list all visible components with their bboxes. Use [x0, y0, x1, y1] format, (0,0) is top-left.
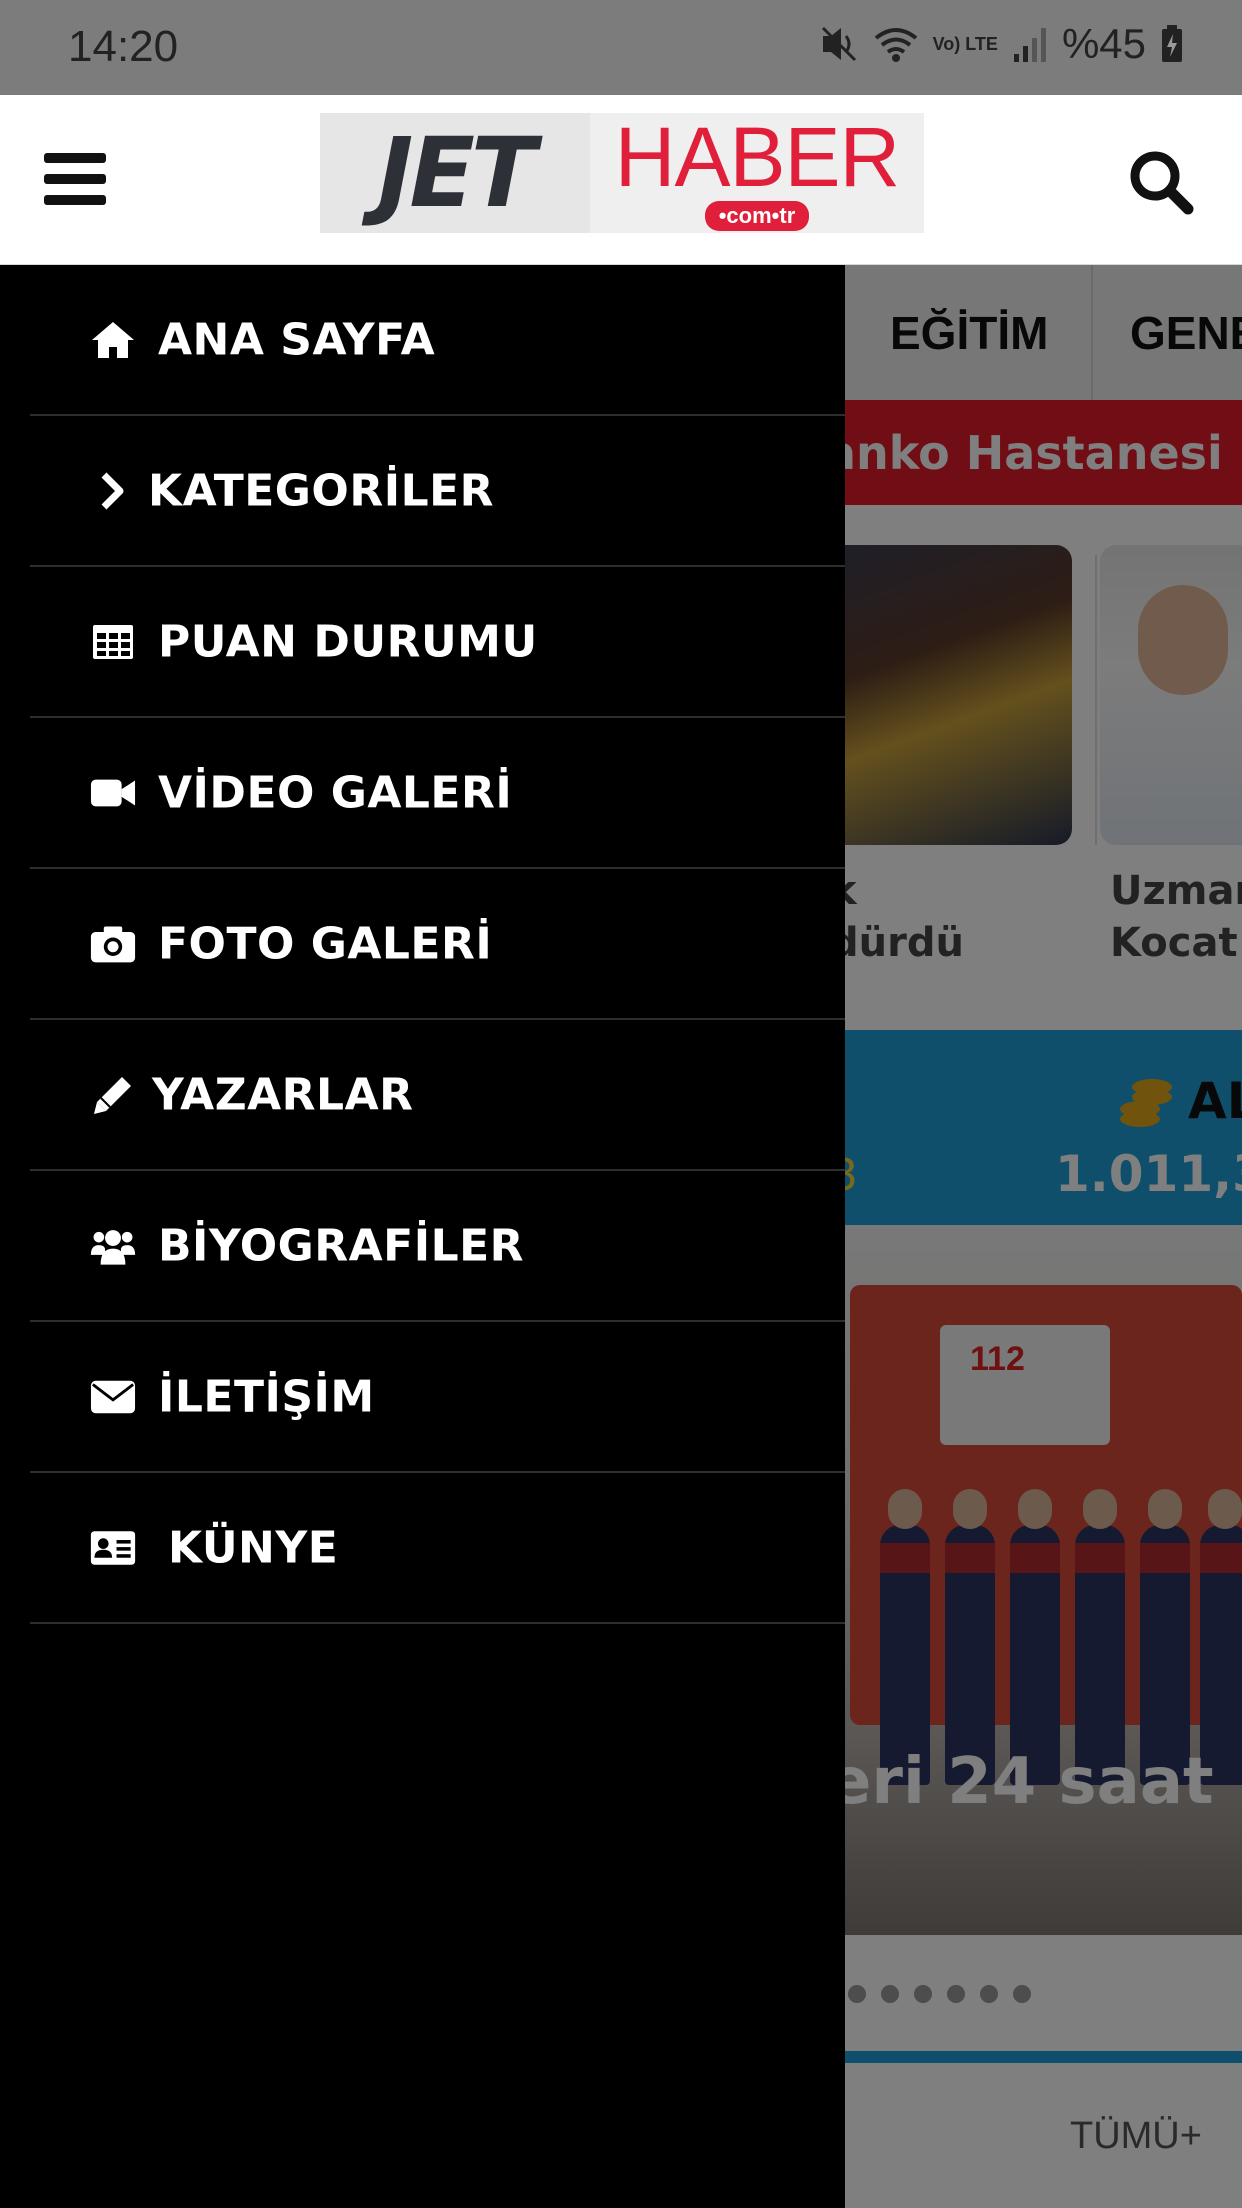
- menu-item-label: BİYOGRAFİLER: [158, 1220, 525, 1271]
- menu-item-label: FOTO GALERİ: [158, 918, 493, 969]
- menu-item-ana-sayfa[interactable]: ANA SAYFA: [30, 265, 845, 416]
- hamburger-icon[interactable]: [44, 153, 106, 205]
- menu-item-label: ANA SAYFA: [158, 314, 436, 365]
- camera-icon: [90, 921, 136, 967]
- menu-item-label: PUAN DURUMU: [158, 616, 538, 667]
- id-card-icon: [90, 1525, 136, 1571]
- chevron-right-icon: [90, 468, 136, 514]
- volte-icon: Vo) LTE: [932, 34, 998, 54]
- logo-domain: •com•tr: [704, 201, 810, 231]
- menu-item-label: VİDEO GALERİ: [158, 767, 513, 818]
- search-icon[interactable]: [1126, 147, 1196, 217]
- menu-item-video-galeri[interactable]: VİDEO GALERİ: [30, 718, 845, 869]
- menu-item-kategoriler[interactable]: KATEGORİLER: [30, 416, 845, 567]
- logo-jet-text: JET: [377, 117, 537, 229]
- menu-item-biyografiler[interactable]: BİYOGRAFİLER: [30, 1171, 845, 1322]
- site-logo[interactable]: JET HABER •com•tr: [320, 113, 924, 233]
- battery-percent: %45: [1061, 20, 1146, 67]
- menu-item-iletisim[interactable]: İLETİŞİM: [30, 1322, 845, 1473]
- menu-item-label: KATEGORİLER: [148, 465, 495, 516]
- menu-item-kunye[interactable]: KÜNYE: [30, 1473, 845, 1624]
- mute-icon: [821, 26, 856, 62]
- menu-item-puan-durumu[interactable]: PUAN DURUMU: [30, 567, 845, 718]
- table-icon: [90, 619, 136, 665]
- menu-item-yazarlar[interactable]: YAZARLAR: [30, 1020, 845, 1171]
- menu-item-foto-galeri[interactable]: FOTO GALERİ: [30, 869, 845, 1020]
- navigation-drawer: ANA SAYFA KATEGORİLER PUAN DURUMU VİDEO …: [0, 265, 845, 2208]
- menu-item-label: YAZARLAR: [152, 1069, 414, 1120]
- pencil-icon: [90, 1072, 136, 1118]
- battery-charging-icon: [1162, 25, 1182, 62]
- app-header: JET HABER •com•tr: [0, 95, 1242, 265]
- logo-haber-text: HABER: [614, 110, 900, 204]
- signal-icon: [1013, 28, 1046, 62]
- users-icon: [90, 1223, 136, 1269]
- home-icon: [90, 317, 136, 363]
- wifi-icon: [874, 28, 917, 62]
- status-bar: 14:20 Vo) LTE %45: [0, 0, 1242, 95]
- logo-jet: JET: [320, 113, 590, 233]
- status-time: 14:20: [68, 22, 179, 71]
- logo-haber: HABER •com•tr: [590, 113, 924, 233]
- envelope-icon: [90, 1374, 136, 1420]
- menu-item-label: İLETİŞİM: [158, 1371, 375, 1422]
- status-icons: Vo) LTE %45: [819, 20, 1184, 68]
- menu-item-label: KÜNYE: [168, 1522, 339, 1573]
- video-camera-icon: [90, 770, 136, 816]
